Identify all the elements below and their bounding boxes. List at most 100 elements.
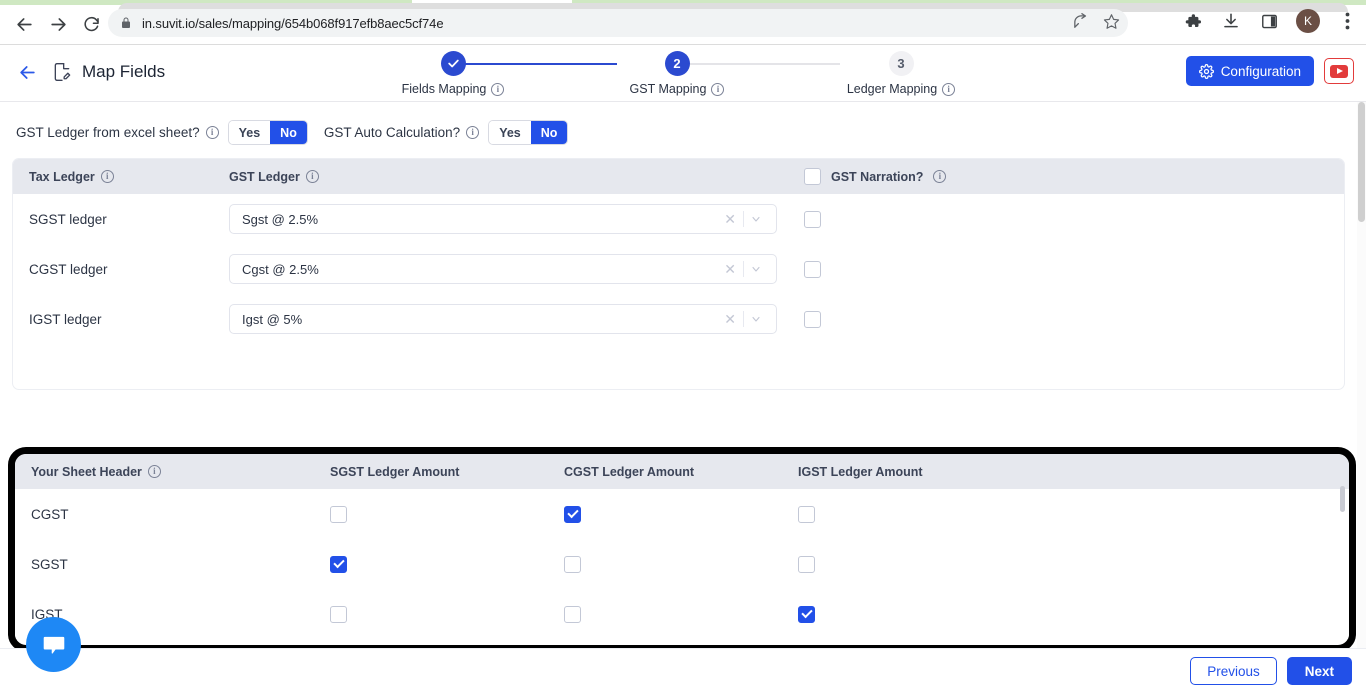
sgst-amount-checkbox[interactable] xyxy=(330,505,347,523)
sgst-amount-checkbox[interactable] xyxy=(330,555,347,573)
info-icon[interactable]: i xyxy=(933,170,947,183)
cgst-amount-checkbox[interactable] xyxy=(564,555,581,573)
browser-nav-buttons xyxy=(10,10,106,38)
sgst-amount-checkbox[interactable] xyxy=(330,605,347,623)
gst-narration-checkbox[interactable] xyxy=(804,260,821,278)
info-icon[interactable]: i xyxy=(466,126,480,139)
gst-ledger-select[interactable]: Sgst @ 2.5% ✕ xyxy=(229,204,777,234)
column-header-igst-amount: IGST Ledger Amount xyxy=(798,464,923,479)
step-1-circle xyxy=(440,51,466,76)
gst-ledger-select-value: Cgst @ 2.5% xyxy=(242,261,319,277)
info-icon[interactable]: i xyxy=(205,126,219,139)
row-cgst-cell xyxy=(564,555,798,573)
header-left-group: Map Fields xyxy=(12,57,165,87)
gst-auto-calculation-toggle[interactable]: Yes No xyxy=(488,120,569,145)
chat-widget-button[interactable] xyxy=(26,617,81,672)
page-scrollbar[interactable] xyxy=(1357,102,1366,655)
row-sgst-cell xyxy=(330,605,564,623)
info-icon[interactable]: i xyxy=(491,82,505,96)
cgst-amount-checkbox[interactable] xyxy=(564,605,581,623)
clear-icon[interactable]: ✕ xyxy=(717,262,743,276)
step-2-circle: 2 xyxy=(664,51,690,76)
row-sheet-header-name: SGST xyxy=(31,556,68,572)
column-header-tax-ledger: Tax Ledger i xyxy=(29,170,229,184)
gst-narration-checkbox[interactable] xyxy=(804,310,821,328)
profile-avatar[interactable]: K xyxy=(1296,9,1320,33)
gst-ledger-select[interactable]: Cgst @ 2.5% ✕ xyxy=(229,254,777,284)
toggle-yes-option[interactable]: Yes xyxy=(489,121,531,144)
step-ledger-mapping[interactable]: 3 Ledger Mapping i xyxy=(821,51,981,96)
toggle-no-option[interactable]: No xyxy=(530,121,568,144)
step-3-circle: 3 xyxy=(888,51,914,76)
step-fields-mapping[interactable]: Fields Mapping i xyxy=(373,51,533,96)
step-2-label: GST Mapping xyxy=(629,82,707,96)
back-button[interactable] xyxy=(12,57,42,87)
gst-narration-checkbox[interactable] xyxy=(804,210,821,228)
side-panel-icon[interactable] xyxy=(1258,10,1280,32)
gst-ledger-select[interactable]: Igst @ 5% ✕ xyxy=(229,304,777,334)
sheet-header-table-header: Your Sheet Header i SGST Ledger Amount C… xyxy=(15,454,1349,489)
step-gst-mapping[interactable]: 2 GST Mapping i xyxy=(597,51,757,96)
row-tax-ledger-name: CGST ledger xyxy=(29,261,108,277)
toggle-no-option[interactable]: No xyxy=(270,121,307,144)
browser-toolbar-icons: K xyxy=(1182,9,1358,33)
gst-narration-select-all-checkbox[interactable] xyxy=(804,168,821,185)
page-scrollbar-thumb[interactable] xyxy=(1358,102,1365,222)
clear-icon[interactable]: ✕ xyxy=(717,312,743,326)
toggle-yes-option[interactable]: Yes xyxy=(228,121,271,144)
share-icon[interactable] xyxy=(1072,13,1089,35)
gst-ledger-select-value: Igst @ 5% xyxy=(242,311,303,327)
footer-bar: Previous Next xyxy=(0,648,1366,693)
chat-bubble-icon xyxy=(41,632,67,658)
gst-ledger-from-excel-label: GST Ledger from excel sheet? xyxy=(16,125,200,140)
row-narration-cell xyxy=(804,310,834,328)
tax-ledger-table: Tax Ledger i GST Ledger i GST Narration?… xyxy=(12,158,1345,390)
info-icon[interactable]: i xyxy=(711,82,725,96)
igst-amount-checkbox[interactable] xyxy=(798,505,815,523)
gst-auto-calculation-group: GST Auto Calculation? i Yes No xyxy=(324,120,569,145)
puzzle-icon[interactable] xyxy=(1182,10,1204,32)
kebab-menu-icon[interactable] xyxy=(1336,10,1358,32)
table-row: CGST ledger Cgst @ 2.5% ✕ xyxy=(13,244,1344,294)
igst-amount-checkbox[interactable] xyxy=(798,605,815,623)
info-icon[interactable]: i xyxy=(942,82,956,96)
info-icon[interactable]: i xyxy=(147,465,161,478)
chevron-down-icon[interactable] xyxy=(744,263,768,275)
info-icon[interactable]: i xyxy=(305,170,319,183)
info-icon[interactable]: i xyxy=(100,170,114,183)
table-row: IGST xyxy=(15,589,1349,639)
gear-icon xyxy=(1198,63,1214,79)
back-arrow-icon[interactable] xyxy=(10,10,38,38)
address-bar[interactable]: in.suvit.io/sales/mapping/654b068f917efb… xyxy=(108,9,1128,37)
forward-arrow-icon[interactable] xyxy=(44,10,72,38)
sheet-header-table: Your Sheet Header i SGST Ledger Amount C… xyxy=(15,454,1349,645)
igst-amount-checkbox[interactable] xyxy=(798,555,815,573)
cgst-amount-checkbox[interactable] xyxy=(564,505,581,523)
lock-icon xyxy=(120,17,132,29)
main-content: GST Ledger from excel sheet? i Yes No GS… xyxy=(0,102,1366,655)
gst-ledger-from-excel-group: GST Ledger from excel sheet? i Yes No xyxy=(16,120,308,145)
footer-buttons: Previous Next xyxy=(1190,657,1352,685)
gst-ledger-from-excel-toggle[interactable]: Yes No xyxy=(227,120,308,145)
row-narration-cell xyxy=(804,260,834,278)
document-edit-icon xyxy=(52,62,72,82)
header-right-group: Configuration xyxy=(1185,56,1354,86)
youtube-help-button[interactable] xyxy=(1324,58,1354,84)
row-igst-cell xyxy=(798,605,1032,623)
progress-stepper: Fields Mapping i 2 GST Mapping i 3 Ledge… xyxy=(380,51,980,101)
reload-icon[interactable] xyxy=(78,10,106,38)
chevron-down-icon[interactable] xyxy=(744,313,768,325)
next-button[interactable]: Next xyxy=(1286,657,1352,685)
column-header-gst-narration: GST Narration? i xyxy=(804,168,947,185)
chevron-down-icon[interactable] xyxy=(744,213,768,225)
step-3-label-group: Ledger Mapping i xyxy=(847,82,956,96)
star-icon[interactable] xyxy=(1103,13,1120,35)
configuration-button[interactable]: Configuration xyxy=(1185,56,1314,86)
row-sgst-cell xyxy=(330,505,564,523)
download-icon[interactable] xyxy=(1220,10,1242,32)
step-1-label-group: Fields Mapping i xyxy=(402,82,505,96)
previous-button[interactable]: Previous xyxy=(1190,657,1277,685)
configuration-button-label: Configuration xyxy=(1220,63,1301,79)
sheet-table-scrollbar[interactable] xyxy=(1340,486,1345,512)
clear-icon[interactable]: ✕ xyxy=(717,212,743,226)
